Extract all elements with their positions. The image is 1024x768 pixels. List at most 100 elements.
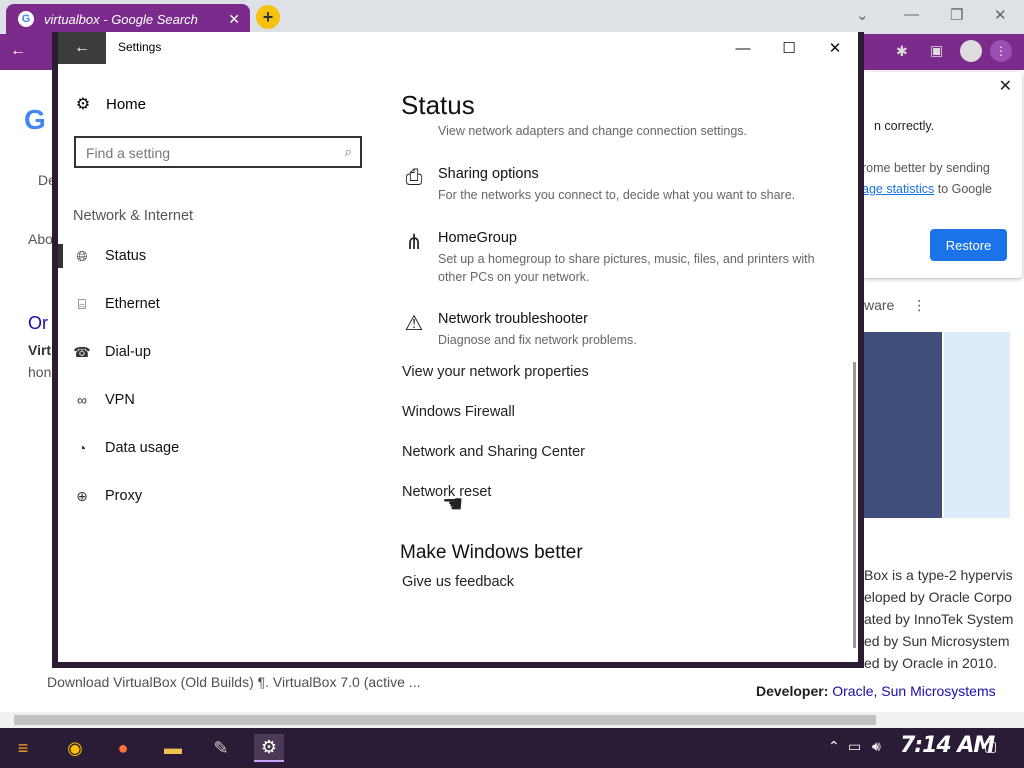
sidebar-item-data-usage[interactable]: ◔ Data usage <box>58 428 358 468</box>
google-logo-fragment[interactable]: G <box>24 104 46 136</box>
chrome-icon[interactable]: ◉ <box>60 734 90 762</box>
option-title[interactable]: Sharing options <box>438 166 539 182</box>
chevron-down-icon[interactable]: ⌄ <box>856 6 869 24</box>
kp-header-text: ware <box>864 297 895 313</box>
settings-taskbar-icon[interactable]: ⚙ <box>254 734 284 762</box>
restore-popup: ✕ n correctly. rome better by sending ag… <box>862 72 1022 278</box>
kp-header: ware ⋮ <box>864 297 926 314</box>
settings-window: ← Settings — ☐ ✕ ⚙ Home Find a setting ⌕… <box>52 32 864 668</box>
menu-icon[interactable]: ⋮ <box>990 40 1012 62</box>
warning-icon: ⚠︎ <box>404 312 424 335</box>
hand-cursor-icon: ☚ <box>442 491 464 518</box>
close-button[interactable]: ✕ <box>812 32 858 64</box>
chevron-up-icon[interactable]: ⌃ <box>828 738 840 755</box>
clock[interactable]: 7:14 AM <box>900 733 995 758</box>
globe-icon: 🌐︎ <box>76 247 88 264</box>
option-title[interactable]: HomeGroup <box>438 230 517 246</box>
sidebar-item-vpn[interactable]: ∞ VPN <box>58 380 358 420</box>
option-title[interactable]: Network troubleshooter <box>438 311 588 327</box>
kp-line: ed by Oracle in 2010. <box>864 655 998 671</box>
restore-button[interactable]: Restore <box>930 229 1007 261</box>
windows-firewall-link[interactable]: Windows Firewall <box>402 404 515 420</box>
ethernet-icon: ⌸ <box>77 295 87 312</box>
browser-tab-title: virtualbox - Google Search <box>44 11 198 27</box>
close-icon[interactable]: ✕ <box>994 6 1007 24</box>
snippet-fragment: Virt <box>28 342 52 358</box>
snippet-fragment-2: hon <box>28 364 52 380</box>
minimize-button[interactable]: — <box>720 32 766 64</box>
search-icon: ⌕ <box>344 144 352 159</box>
home-label: Home <box>106 95 147 113</box>
kp-description: Box is a type-2 hypervis eloped by Oracl… <box>864 564 1013 674</box>
search-input[interactable]: Find a setting ⌕ <box>74 136 362 168</box>
paint-icon[interactable]: ✎ <box>206 734 236 762</box>
back-button[interactable]: ← <box>58 32 106 64</box>
sidebar-item-label: Ethernet <box>105 296 160 312</box>
settings-content: ← Settings — ☐ ✕ ⚙ Home Find a setting ⌕… <box>58 32 858 662</box>
developer-label: Developer: <box>756 683 829 699</box>
browser-tab[interactable]: G virtualbox - Google Search ✕ <box>6 4 250 34</box>
about-fragment: Abo <box>28 231 53 247</box>
window-title: Settings <box>118 40 162 54</box>
sidebar-item-ethernet[interactable]: ⌸ Ethernet <box>58 284 358 324</box>
option-description: Set up a homegroup to share pictures, mu… <box>438 252 815 284</box>
sharing-icon: ⎙ <box>405 166 423 189</box>
page-title: Status <box>401 90 475 120</box>
file-explorer-icon[interactable]: ▬ <box>158 734 188 762</box>
sidebar-item-dialup[interactable]: ☎︎ Dial-up <box>58 332 358 372</box>
globe-icon: ⊕ <box>76 487 88 504</box>
restore-text-1: n correctly. <box>874 119 935 133</box>
home-nav[interactable]: ⚙ Home <box>74 94 146 114</box>
result-snippet[interactable]: Download VirtualBox (Old Builds) ¶. Virt… <box>47 674 421 690</box>
search-placeholder: Find a setting <box>86 145 171 161</box>
kp-line: eloped by Oracle Corpo <box>864 589 1012 605</box>
minimize-icon[interactable]: — <box>904 6 919 23</box>
result-title-fragment[interactable]: Or <box>28 313 48 334</box>
profile-avatar[interactable] <box>960 40 982 62</box>
horizontal-scrollbar[interactable] <box>0 712 1024 728</box>
option-description: For the networks you connect to, decide … <box>438 188 796 202</box>
data-usage-icon: ◔ <box>77 440 87 456</box>
network-sharing-center-link[interactable]: Network and Sharing Center <box>402 444 585 460</box>
developer-links[interactable]: Oracle, Sun Microsystems <box>832 683 995 699</box>
start-button[interactable]: ≡ <box>8 734 38 762</box>
title-bar: ← Settings — ☐ ✕ <box>58 32 858 64</box>
adapter-options-description: View network adapters and change connect… <box>438 124 747 138</box>
close-tab-icon[interactable]: ✕ <box>228 11 240 28</box>
vertical-scrollbar[interactable] <box>853 362 856 648</box>
section-title: Make Windows better <box>400 542 583 563</box>
google-favicon-icon: G <box>18 11 34 27</box>
option-description: Diagnose and fix network problems. <box>438 333 637 347</box>
nav-group-heading: Network & Internet <box>73 208 194 224</box>
homegroup-icon: ⋔ <box>405 231 423 254</box>
virtualbox-image[interactable] <box>862 332 942 518</box>
sidebar-item-label: Data usage <box>105 440 180 456</box>
network-icon[interactable]: ▭ <box>848 738 861 755</box>
dialup-icon: ☎︎ <box>73 343 91 360</box>
gear-icon: ⚙ <box>75 96 91 113</box>
taskbar: ≡ ◉ ● ▬ ✎ ⚙ ⌃ ▭ 🔊︎ 7:14 AM ▢ <box>0 728 1024 768</box>
give-feedback-link[interactable]: Give us feedback <box>402 574 514 590</box>
kp-line: ated by InnoTek System <box>864 611 1014 627</box>
sidebar-item-label: Status <box>105 248 147 264</box>
new-tab-button[interactable]: + <box>256 5 280 29</box>
sidebar-item-label: VPN <box>105 392 135 408</box>
close-icon[interactable]: ✕ <box>999 76 1012 96</box>
usage-stats-link[interactable]: age statistics <box>862 182 934 196</box>
notification-icon[interactable]: ▢ <box>984 738 997 755</box>
maximize-button[interactable]: ☐ <box>766 32 812 64</box>
more-options-icon[interactable]: ⋮ <box>912 297 926 313</box>
back-icon[interactable]: ← <box>10 42 26 60</box>
volume-icon[interactable]: 🔊︎ <box>872 738 881 755</box>
sidebar-item-status[interactable]: 🌐︎ Status <box>58 236 358 276</box>
extensions-icon[interactable]: ✱ <box>896 43 908 60</box>
view-network-properties-link[interactable]: View your network properties <box>402 364 589 380</box>
sidebar-item-proxy[interactable]: ⊕ Proxy <box>58 476 358 516</box>
sidebar-icon[interactable]: ▣ <box>930 42 943 59</box>
kp-line: Box is a type-2 hypervis <box>864 567 1013 583</box>
virtualbox-screenshot[interactable] <box>944 332 1010 518</box>
kp-line: ed by Sun Microsystem <box>864 633 1010 649</box>
scrollbar-thumb[interactable] <box>14 715 876 725</box>
restore-icon[interactable]: ❐ <box>950 6 963 24</box>
firefox-icon[interactable]: ● <box>108 734 138 762</box>
